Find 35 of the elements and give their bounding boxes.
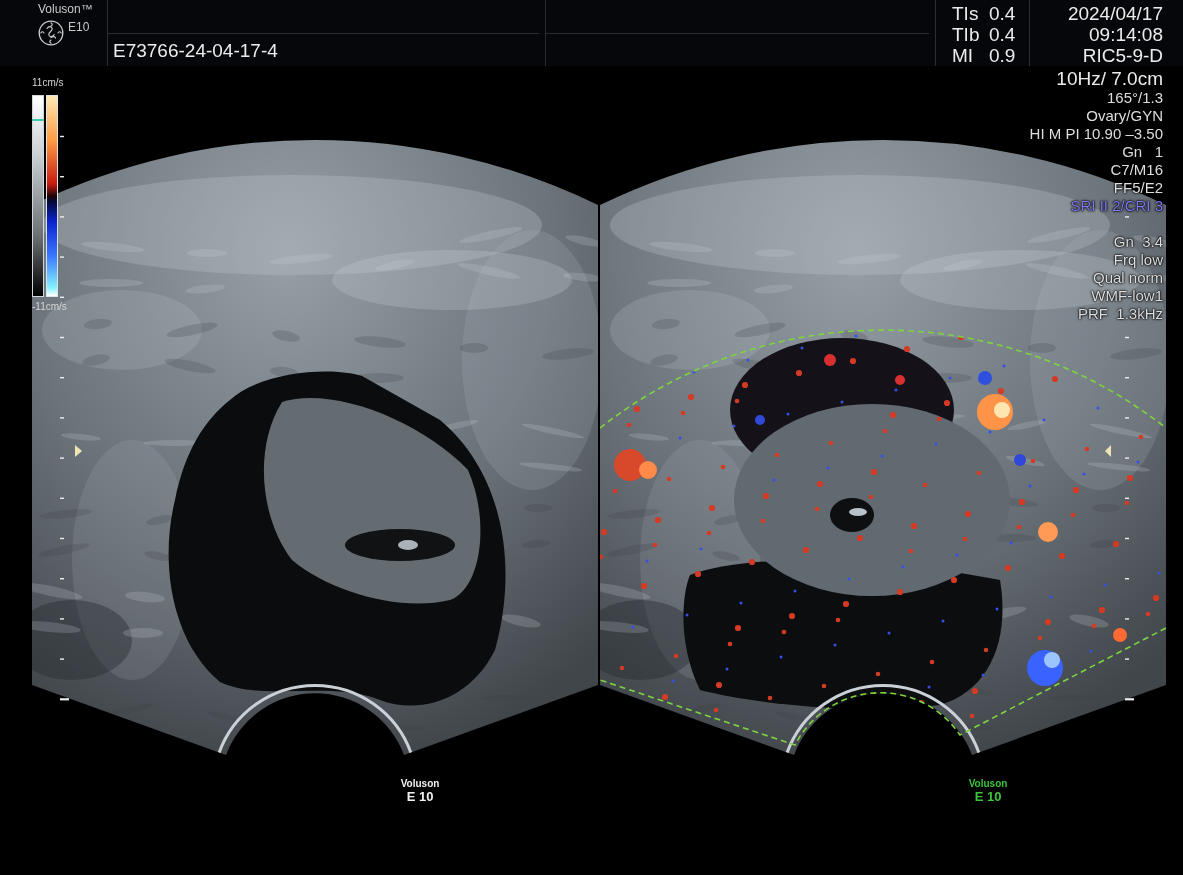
focus-marker-icon [75, 445, 82, 457]
exam-date: 2024/04/17 [1067, 3, 1163, 24]
focus-marker-icon [1105, 445, 1111, 457]
imaging-parameter: SRI II 2/CRI 3 [1070, 197, 1163, 215]
imaging-parameter: C7/M16 [1110, 161, 1163, 179]
scale-max-label: 11cm/s [32, 77, 64, 89]
imaging-parameter: Ovary/GYN [1086, 107, 1163, 125]
brand-name: Voluson™ [38, 2, 93, 16]
vendor-label: Voluson [400, 778, 440, 790]
vendor-label: Voluson [968, 778, 1008, 790]
model-label: E 10 [406, 790, 434, 804]
probe-name: RIC5-9-D [1082, 45, 1163, 66]
index-value: 0.4 [989, 24, 1016, 45]
imaging-parameter: WMF-low1 [1091, 287, 1163, 305]
index-value: 0.9 [989, 45, 1016, 66]
model-label: E 10 [974, 790, 1002, 804]
imaging-parameter: FF5/E2 [1113, 179, 1163, 197]
patient-id: E73766-24-04-17-4 [113, 40, 278, 62]
imaging-parameter: Gn 3.4 [1113, 233, 1163, 251]
imaging-parameter: 10Hz/ 7.0cm [1056, 68, 1163, 89]
imaging-parameter: Gn 1 [1122, 143, 1163, 161]
scale-min-label: -11cm/s [32, 301, 67, 313]
imaging-parameter: PRF 1.3kHz [1077, 305, 1163, 323]
index-label: TIs [952, 3, 979, 24]
exam-time: 09:14:08 [1089, 24, 1163, 45]
imaging-parameter: 165°/1.3 [1106, 89, 1163, 107]
logo-icon [38, 20, 64, 46]
index-value: 0.4 [989, 3, 1016, 24]
imaging-parameter: Qual norm [1092, 269, 1163, 287]
model-label: E10 [68, 20, 90, 34]
index-label: TIb [952, 24, 980, 45]
threshold-marker-icon [32, 119, 44, 121]
imaging-parameter: HI M PI 10.90 –3.50 [1029, 125, 1163, 143]
index-label: MI [952, 45, 974, 66]
imaging-parameter: Frq low [1113, 251, 1163, 269]
